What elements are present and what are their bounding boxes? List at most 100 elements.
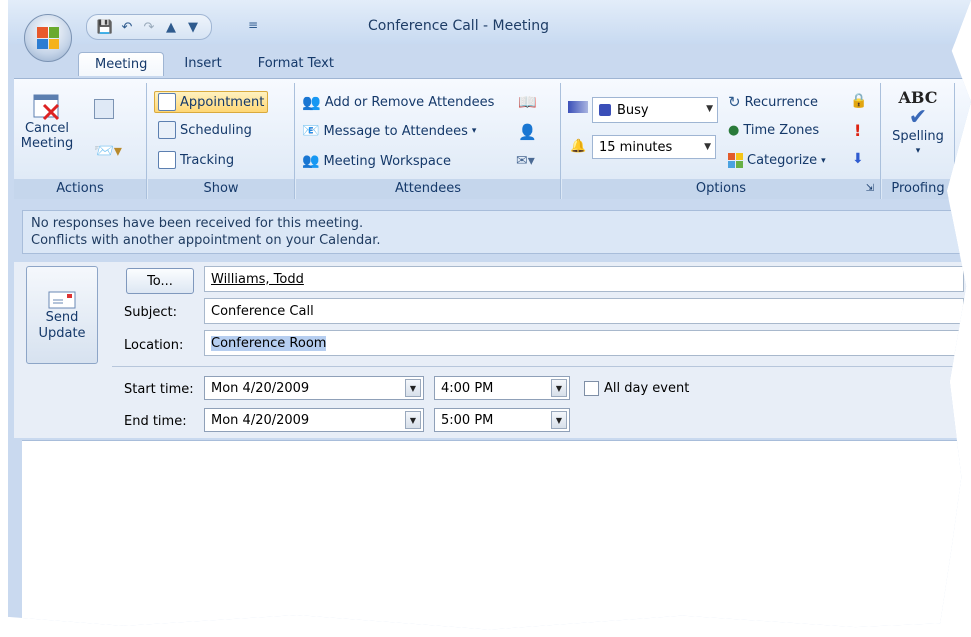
show-as-dropdown[interactable]: Busy ▼: [592, 97, 718, 123]
reminder-dropdown[interactable]: 15 minutes ▼: [592, 135, 716, 159]
high-importance-icon[interactable]: !: [854, 121, 861, 140]
cancel-meeting-button[interactable]: Cancel Meeting: [20, 91, 74, 151]
recurrence-button[interactable]: ↻ Recurrence: [728, 93, 818, 111]
categorize-button[interactable]: Categorize ▾: [728, 153, 826, 168]
send-label-2: Update: [38, 326, 86, 341]
globe-icon: ●: [728, 123, 740, 138]
info-bar: No responses have been received for this…: [22, 210, 970, 254]
scheduling-button[interactable]: Scheduling: [158, 121, 252, 139]
meeting-workspace-button[interactable]: 👥 Meeting Workspace: [302, 153, 451, 169]
undo-icon[interactable]: ↶: [119, 19, 135, 35]
start-date-value: Mon 4/20/2009: [211, 380, 310, 396]
divider: [112, 366, 964, 367]
reminder-value: 15 minutes: [599, 139, 673, 155]
up-arrow-icon[interactable]: ▲: [163, 19, 179, 35]
actions-caption: Actions: [14, 179, 146, 199]
spelling-label: Spelling: [892, 129, 944, 144]
send-update-button[interactable]: Send Update: [26, 266, 98, 364]
appointment-label: Appointment: [180, 94, 265, 110]
group-proofing: ABC ✔ Spelling ▾ Proofing: [882, 83, 955, 199]
group-attendees: 👥 Add or Remove Attendees 📧 Message to A…: [296, 83, 561, 199]
calendar-cancel-icon: [33, 94, 60, 121]
send-label-1: Send: [45, 310, 79, 325]
workspace-icon: 👥: [302, 153, 320, 169]
tab-meeting[interactable]: Meeting: [78, 52, 165, 76]
to-button[interactable]: To...: [126, 268, 194, 294]
show-as-icon: [568, 101, 588, 113]
chevron-down-icon[interactable]: ▼: [405, 379, 421, 397]
tab-insert[interactable]: Insert: [168, 52, 237, 76]
window-title: Conference Call - Meeting: [368, 18, 549, 34]
bell-icon: 🔔: [570, 139, 587, 154]
down-arrow-icon[interactable]: ▼: [185, 19, 201, 35]
recurrence-label: Recurrence: [744, 94, 818, 110]
subject-field[interactable]: Conference Call: [204, 298, 964, 324]
cancel-label-1: Cancel: [24, 121, 70, 136]
low-importance-icon[interactable]: ⬇: [852, 151, 864, 167]
meeting-workspace-label: Meeting Workspace: [323, 153, 452, 169]
recurrence-icon: ↻: [728, 93, 741, 111]
info-line-1: No responses have been received for this…: [31, 216, 364, 231]
envelope-icon: [48, 291, 76, 309]
lock-icon[interactable]: 🔒: [850, 93, 867, 109]
end-time-dropdown[interactable]: 5:00 PM ▼: [434, 408, 570, 432]
group-actions: Cancel Meeting 📨▾ Actions: [14, 83, 147, 199]
info-line-2: Conflicts with another appointment on yo…: [31, 233, 381, 248]
check-icon: ✔: [908, 105, 928, 130]
book-icon[interactable]: 📖: [518, 93, 537, 111]
quick-access-toolbar: 💾 ↶ ↷ ▲ ▼: [86, 14, 212, 40]
end-time-label: End time:: [124, 414, 187, 429]
attendees-caption: Attendees: [296, 179, 560, 199]
show-as-value: Busy: [617, 102, 649, 118]
tracking-icon: [158, 151, 176, 169]
save-icon[interactable]: 💾: [97, 19, 113, 35]
show-caption: Show: [148, 179, 294, 199]
forward-icon[interactable]: 📨▾: [94, 141, 122, 160]
chevron-down-icon: ▾: [471, 126, 477, 136]
categorize-icon: [728, 153, 743, 168]
scheduling-icon: [158, 121, 176, 139]
appointment-icon: [158, 93, 176, 111]
redo-icon[interactable]: ↷: [141, 19, 157, 35]
tracking-label: Tracking: [180, 152, 235, 168]
end-time-value: 5:00 PM: [441, 412, 494, 428]
location-field[interactable]: Conference Room: [204, 330, 964, 356]
add-remove-attendees-button[interactable]: 👥 Add or Remove Attendees: [302, 93, 494, 111]
spelling-button[interactable]: ABC ✔ Spelling ▾: [886, 89, 950, 159]
end-date-dropdown[interactable]: Mon 4/20/2009 ▼: [204, 408, 424, 432]
customize-icon[interactable]: ≡: [248, 18, 258, 32]
message-body[interactable]: [22, 440, 970, 630]
people-icon: 👥: [302, 93, 321, 111]
message-attendees-button[interactable]: 📧 Message to Attendees ▾: [302, 123, 476, 139]
ribbon-tabs: Meeting Insert Format Text: [78, 52, 350, 76]
appointment-button[interactable]: Appointment: [154, 91, 269, 113]
add-remove-attendees-label: Add or Remove Attendees: [324, 94, 495, 110]
start-time-value: 4:00 PM: [441, 380, 494, 396]
office-button[interactable]: [24, 14, 72, 62]
all-day-checkbox[interactable]: [584, 381, 599, 396]
categorize-label: Categorize: [747, 153, 818, 168]
start-date-dropdown[interactable]: Mon 4/20/2009 ▼: [204, 376, 424, 400]
address-book-icon[interactable]: [94, 99, 114, 119]
group-options: Busy ▼ 🔔 15 minutes ▼ ↻ Recurrence ● Tim…: [562, 83, 881, 199]
check-names-icon[interactable]: 👤: [518, 123, 537, 141]
busy-swatch: [599, 104, 611, 116]
start-time-dropdown[interactable]: 4:00 PM ▼: [434, 376, 570, 400]
chevron-down-icon: ▾: [915, 146, 921, 156]
dialog-launcher-icon[interactable]: ⇲: [866, 179, 874, 199]
time-zones-label: Time Zones: [743, 123, 820, 138]
office-logo-icon: [37, 27, 59, 49]
all-day-label: All day event: [604, 381, 690, 396]
chevron-down-icon[interactable]: ▼: [405, 411, 421, 429]
ribbon: Cancel Meeting 📨▾ Actions Appointment Sc…: [14, 78, 971, 199]
message-attendees-label: Message to Attendees: [323, 123, 468, 139]
to-field[interactable]: Williams, Todd: [204, 266, 964, 292]
end-date-value: Mon 4/20/2009: [211, 412, 310, 428]
tab-format-text[interactable]: Format Text: [242, 52, 350, 76]
response-options-icon[interactable]: ✉▾: [516, 153, 535, 169]
tracking-button[interactable]: Tracking: [158, 151, 234, 169]
time-zones-button[interactable]: ● Time Zones: [728, 123, 819, 138]
chevron-down-icon[interactable]: ▼: [551, 379, 567, 397]
chevron-down-icon[interactable]: ▼: [551, 411, 567, 429]
chevron-down-icon: ▼: [706, 104, 713, 114]
